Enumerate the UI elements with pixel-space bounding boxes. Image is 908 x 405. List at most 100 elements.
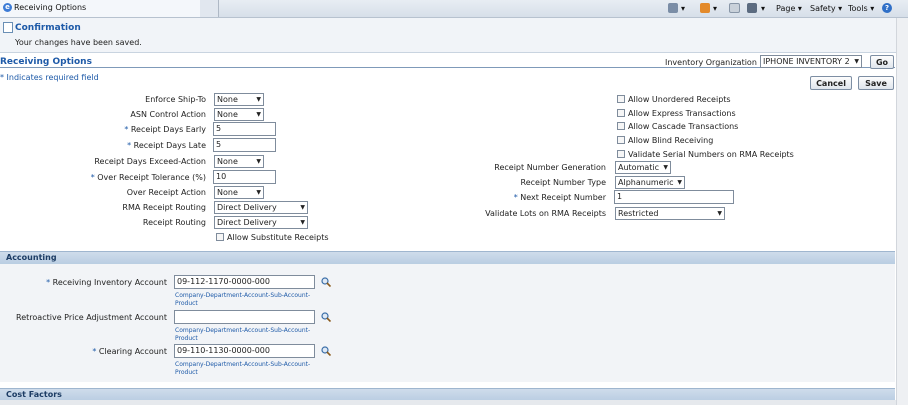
text-input[interactable]: 5 (213, 122, 276, 136)
account-format-hint: Company-Department-Account-Sub-Account-P… (175, 292, 311, 307)
select-field[interactable]: Automatic ▼ (615, 161, 671, 174)
select-value: None (217, 95, 238, 104)
select-value: Alphanumeric (618, 178, 674, 187)
select-field[interactable]: None ▼ (214, 93, 264, 106)
field-label: Receipt Number Type (521, 178, 606, 187)
field-label: Validate Lots on RMA Receipts (485, 209, 606, 218)
chevron-down-icon: ▼ (256, 158, 261, 165)
account-input[interactable] (174, 310, 315, 324)
option-checkbox[interactable] (617, 109, 625, 117)
search-icon[interactable] (321, 312, 332, 323)
select-value: Direct Delivery (217, 203, 277, 212)
field-label-text: Receipt Days Exceed-Action (94, 157, 206, 166)
home-icon[interactable] (668, 3, 678, 13)
select-field[interactable]: None ▼ (214, 186, 264, 199)
required-note: * Indicates required field (0, 73, 99, 82)
print-dropdown-icon[interactable]: ▾ (761, 2, 765, 15)
chevron-down-icon: ▼ (717, 210, 722, 217)
info-icon (3, 22, 13, 33)
chevron-down-icon: ▼ (854, 58, 859, 65)
field-label: * Receipt Days Late (127, 141, 206, 150)
page-title: Receiving Options (0, 57, 92, 67)
field-label-text: Enforce Ship-To (145, 95, 206, 104)
safety-menu[interactable]: Safety ▾ (810, 2, 842, 15)
account-input[interactable]: 09-110-1130-0000-000 (174, 344, 315, 358)
select-value: None (217, 188, 238, 197)
print-icon[interactable] (747, 3, 757, 13)
field-label-text: Receipt Routing (142, 218, 206, 227)
text-input[interactable]: 10 (213, 170, 276, 184)
allow-substitute-label: Allow Substitute Receipts (227, 233, 329, 242)
field-label: Receipt Number Generation (494, 163, 606, 172)
select-field[interactable]: None ▼ (214, 108, 264, 121)
option-checkbox-label: Allow Express Transactions (628, 109, 736, 118)
field-label: Over Receipt Action (127, 188, 206, 197)
field-label-text: Receipt Number Generation (494, 163, 606, 172)
confirmation-banner (0, 18, 908, 53)
save-button[interactable]: Save (858, 76, 894, 90)
chevron-down-icon: ▼ (256, 111, 261, 118)
tools-menu[interactable]: Tools ▾ (848, 2, 874, 15)
page-menu[interactable]: Page ▾ (776, 2, 802, 15)
select-value: Restricted (618, 209, 659, 218)
home-dropdown-icon[interactable]: ▾ (681, 2, 685, 15)
search-icon[interactable] (321, 346, 332, 357)
browser-tab[interactable]: e Receiving Options (0, 0, 201, 17)
account-label-text: Clearing Account (98, 347, 167, 356)
field-label-text: Validate Lots on RMA Receipts (485, 209, 606, 218)
allow-substitute-checkbox[interactable] (216, 233, 224, 241)
option-checkbox[interactable] (617, 122, 625, 130)
option-checkbox-label: Allow Blind Receiving (628, 136, 714, 145)
accounting-section-header (0, 251, 895, 264)
select-field[interactable]: Direct Delivery ▼ (214, 216, 308, 229)
help-icon[interactable]: ? (882, 3, 892, 13)
go-button[interactable]: Go (870, 55, 894, 69)
horizontal-scrollbar[interactable] (0, 400, 896, 405)
select-value: None (217, 157, 238, 166)
new-tab-button[interactable] (200, 0, 219, 17)
option-checkbox-label: Allow Unordered Receipts (628, 95, 731, 104)
select-value: Automatic (618, 163, 660, 172)
inventory-org-select[interactable]: IPHONE INVENTORY 2 ▼ (760, 55, 862, 68)
feeds-dropdown-icon[interactable]: ▾ (713, 2, 717, 15)
account-input[interactable]: 09-112-1170-0000-000 (174, 275, 315, 289)
accounting-title: Accounting (6, 253, 57, 262)
select-value: None (217, 110, 238, 119)
field-label-text: Next Receipt Number (520, 193, 606, 202)
text-input[interactable]: 5 (213, 138, 276, 152)
org-label: Inventory Organization (665, 58, 757, 67)
chevron-down-icon: ▼ (256, 189, 261, 196)
option-checkbox[interactable] (617, 95, 625, 103)
tab-title: Receiving Options (14, 3, 87, 12)
account-format-hint: Company-Department-Account-Sub-Account-P… (175, 327, 311, 342)
confirmation-message: Your changes have been saved. (15, 38, 142, 47)
field-label-text: Receipt Days Late (133, 141, 206, 150)
cancel-button[interactable]: Cancel (810, 76, 852, 90)
account-label-text: Retroactive Price Adjustment Account (16, 313, 167, 322)
field-label: ASN Control Action (130, 110, 206, 119)
select-field[interactable]: None ▼ (214, 155, 264, 168)
field-label-text: Receipt Number Type (520, 178, 606, 187)
field-label-text: Over Receipt Tolerance (%) (97, 173, 206, 182)
text-input[interactable]: 1 (614, 190, 734, 204)
option-checkbox-label: Validate Serial Numbers on RMA Receipts (628, 150, 794, 159)
feeds-icon[interactable] (700, 3, 710, 13)
field-label-text: Over Receipt Action (126, 188, 206, 197)
select-field[interactable]: Restricted ▼ (615, 207, 725, 220)
mail-icon[interactable] (729, 3, 740, 13)
select-field[interactable]: Direct Delivery ▼ (214, 201, 308, 214)
select-value: Direct Delivery (217, 218, 277, 227)
field-label: * Next Receipt Number (514, 193, 606, 202)
field-label: RMA Receipt Routing (122, 203, 206, 212)
account-label: Retroactive Price Adjustment Account (16, 313, 167, 322)
option-checkbox[interactable] (617, 150, 625, 158)
search-icon[interactable] (321, 277, 332, 288)
confirmation-title: Confirmation (15, 23, 81, 33)
option-checkbox[interactable] (617, 136, 625, 144)
field-label-text: ASN Control Action (130, 110, 206, 119)
field-label: * Receipt Days Early (124, 125, 206, 134)
vertical-scrollbar[interactable] (896, 18, 908, 405)
field-label: Receipt Routing (143, 218, 206, 227)
select-field[interactable]: Alphanumeric ▼ (615, 176, 685, 189)
cost-factors-title: Cost Factors (6, 390, 62, 399)
